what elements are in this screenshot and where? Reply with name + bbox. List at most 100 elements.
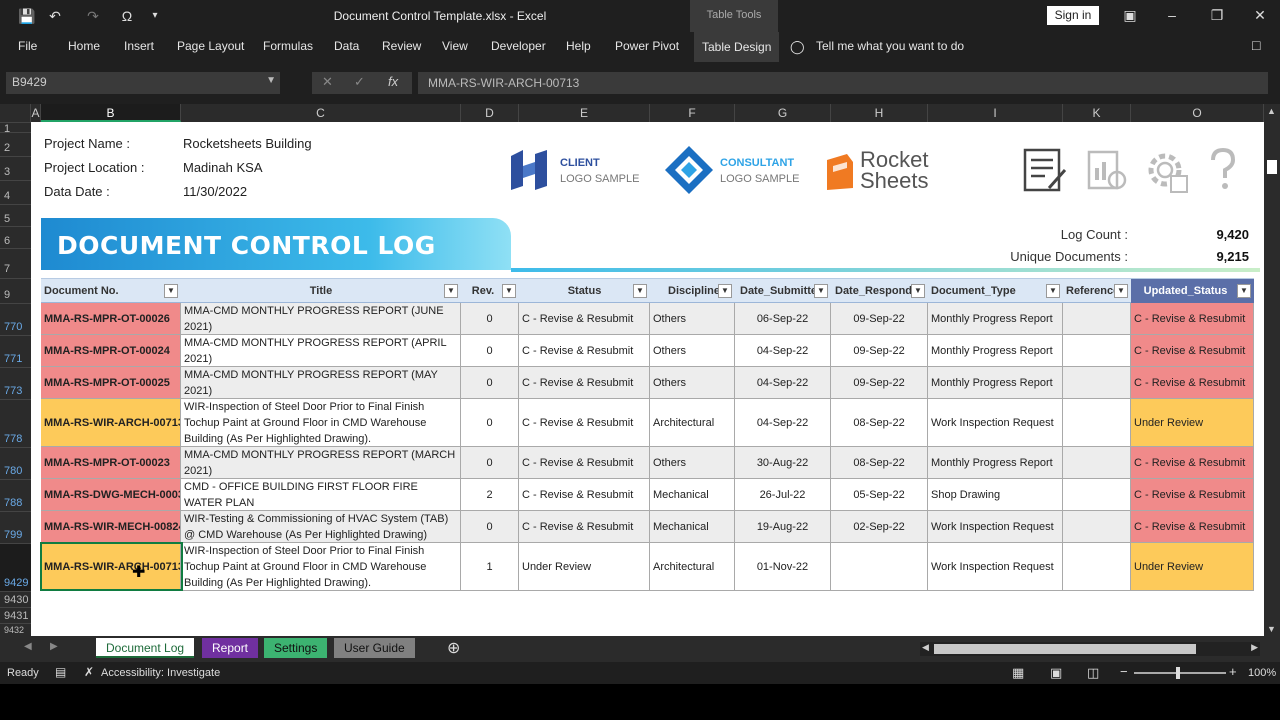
cell-title[interactable]: MMA-CMD MONTHLY PROGRESS REPORT (APRIL 2… bbox=[181, 335, 461, 366]
table-row[interactable]: MMA-RS-MPR-OT-00024 MMA-CMD MONTHLY PROGR… bbox=[41, 335, 1254, 367]
cell-document-type[interactable]: Work Inspection Request bbox=[928, 399, 1063, 446]
settings-gear-icon[interactable] bbox=[1143, 146, 1193, 196]
vertical-scrollbar[interactable]: ▲ ▼ bbox=[1264, 104, 1280, 636]
header-document-no[interactable]: Document No. ▼ bbox=[41, 279, 181, 303]
header-rev[interactable]: Rev. ▼ bbox=[461, 279, 519, 303]
cell-updated-status[interactable]: C - Revise & Resubmit bbox=[1131, 367, 1254, 398]
header-status[interactable]: Status ▼ bbox=[519, 279, 650, 303]
row-header[interactable]: 3 bbox=[0, 156, 31, 180]
cell-status[interactable]: C - Revise & Resubmit bbox=[519, 511, 650, 542]
filter-dropdown-icon[interactable]: ▼ bbox=[1046, 284, 1060, 298]
header-title[interactable]: Title ▼ bbox=[181, 279, 461, 303]
cell-discipline[interactable]: Architectural bbox=[650, 399, 735, 446]
cell-document-type[interactable]: Monthly Progress Report bbox=[928, 303, 1063, 334]
cell-document-no[interactable]: MMA-RS-MPR-OT-00026 bbox=[41, 303, 181, 334]
next-sheet-icon[interactable]: ▶ bbox=[50, 641, 58, 652]
cell-updated-status[interactable]: C - Revise & Resubmit bbox=[1131, 335, 1254, 366]
cell-status[interactable]: C - Revise & Resubmit bbox=[519, 335, 650, 366]
row-header[interactable]: 2 bbox=[0, 132, 31, 156]
filter-dropdown-icon[interactable]: ▼ bbox=[718, 284, 732, 298]
cell-document-no[interactable]: MMA-RS-WIR-MECH-00824 bbox=[41, 511, 181, 542]
cell-date-responded[interactable]: 05-Sep-22 bbox=[831, 479, 928, 510]
sheet-tab-report[interactable]: Report bbox=[202, 638, 259, 658]
cell-discipline[interactable]: Others bbox=[650, 447, 735, 478]
column-header-f[interactable]: F bbox=[650, 104, 735, 122]
row-header[interactable]: 6 bbox=[0, 226, 31, 248]
cell-status[interactable]: C - Revise & Resubmit bbox=[519, 479, 650, 510]
cell-title[interactable]: WIR-Inspection of Steel Door Prior to Fi… bbox=[181, 543, 461, 590]
zoom-in-icon[interactable]: + bbox=[1229, 664, 1237, 679]
cell-discipline[interactable]: Architectural bbox=[650, 543, 735, 590]
row-header[interactable]: 9430 bbox=[0, 591, 31, 607]
cell-document-type[interactable]: Work Inspection Request bbox=[928, 543, 1063, 590]
tab-page-layout[interactable]: Page Layout bbox=[177, 39, 244, 53]
column-header-o[interactable]: O bbox=[1131, 104, 1264, 122]
cell-reference[interactable] bbox=[1063, 511, 1131, 542]
zoom-level[interactable]: 100% bbox=[1248, 667, 1276, 679]
column-header-g[interactable]: G bbox=[735, 104, 831, 122]
page-layout-view-icon[interactable]: ▣ bbox=[1050, 665, 1062, 681]
header-date-responded[interactable]: Date_Responded ▼ bbox=[831, 279, 928, 303]
page-break-view-icon[interactable]: ◫ bbox=[1087, 665, 1099, 681]
prev-sheet-icon[interactable]: ◀ bbox=[24, 641, 32, 652]
cell-updated-status[interactable]: C - Revise & Resubmit bbox=[1131, 303, 1254, 334]
cell-reference[interactable] bbox=[1063, 335, 1131, 366]
table-row[interactable]: MMA-RS-WIR-ARCH-00713 WIR-Inspection of S… bbox=[41, 543, 1254, 591]
sign-in-button[interactable]: Sign in bbox=[1047, 6, 1099, 25]
tab-developer[interactable]: Developer bbox=[491, 39, 546, 53]
cell-document-type[interactable]: Monthly Progress Report bbox=[928, 447, 1063, 478]
table-row[interactable]: MMA-RS-WIR-ARCH-00713 WIR-Inspection of S… bbox=[41, 399, 1254, 447]
cell-date-responded[interactable]: 09-Sep-22 bbox=[831, 303, 928, 334]
cell-discipline[interactable]: Others bbox=[650, 367, 735, 398]
cell-updated-status[interactable]: Under Review bbox=[1131, 399, 1254, 446]
row-header[interactable]: 778 bbox=[0, 399, 31, 447]
filter-dropdown-icon[interactable]: ▼ bbox=[633, 284, 647, 298]
row-header[interactable]: 799 bbox=[0, 511, 31, 543]
scroll-left-icon[interactable]: ◀ bbox=[922, 642, 929, 653]
cell-rev[interactable]: 2 bbox=[461, 479, 519, 510]
tab-insert[interactable]: Insert bbox=[124, 39, 154, 53]
cell-date-submitted[interactable]: 26-Jul-22 bbox=[735, 479, 831, 510]
cell-status[interactable]: C - Revise & Resubmit bbox=[519, 399, 650, 446]
tab-view[interactable]: View bbox=[442, 39, 468, 53]
cell-updated-status[interactable]: C - Revise & Resubmit bbox=[1131, 447, 1254, 478]
comments-icon[interactable]: □ bbox=[1252, 37, 1260, 53]
cell-title[interactable]: MMA-CMD MONTHLY PROGRESS REPORT (MAY 202… bbox=[181, 367, 461, 398]
filter-dropdown-icon[interactable]: ▼ bbox=[444, 284, 458, 298]
cell-document-type[interactable]: Monthly Progress Report bbox=[928, 367, 1063, 398]
column-header-h[interactable]: H bbox=[831, 104, 928, 122]
header-discipline[interactable]: Discipline ▼ bbox=[650, 279, 735, 303]
filter-active-icon[interactable]: ▼ bbox=[1237, 284, 1251, 298]
tab-home[interactable]: Home bbox=[68, 39, 100, 53]
cell-document-no[interactable]: MMA-RS-MPR-OT-00024 bbox=[41, 335, 181, 366]
cell-date-responded[interactable] bbox=[831, 543, 928, 590]
name-box[interactable]: B9429 ▼ bbox=[6, 72, 280, 94]
tab-file[interactable]: File bbox=[18, 39, 37, 53]
omega-symbol-icon[interactable]: Ω bbox=[116, 6, 138, 26]
ribbon-display-icon[interactable]: ▣ bbox=[1115, 4, 1145, 26]
column-header-a[interactable]: A bbox=[31, 104, 41, 122]
horizontal-scroll-thumb[interactable] bbox=[934, 644, 1196, 654]
cell-discipline[interactable]: Mechanical bbox=[650, 511, 735, 542]
cell-reference[interactable] bbox=[1063, 479, 1131, 510]
cell-rev[interactable]: 1 bbox=[461, 543, 519, 590]
chevron-down-icon[interactable]: ▼ bbox=[266, 75, 276, 86]
sheet-tab-settings[interactable]: Settings bbox=[264, 638, 328, 658]
cell-title[interactable]: CMD - OFFICE BUILDING FIRST FLOOR FIRE W… bbox=[181, 479, 461, 510]
column-header-k[interactable]: K bbox=[1063, 104, 1131, 122]
cell-status[interactable]: C - Revise & Resubmit bbox=[519, 447, 650, 478]
cell-document-type[interactable]: Shop Drawing bbox=[928, 479, 1063, 510]
cell-document-no[interactable]: MMA-RS-WIR-ARCH-00713 bbox=[41, 399, 181, 446]
cell-status[interactable]: Under Review bbox=[519, 543, 650, 590]
column-header-i[interactable]: I bbox=[928, 104, 1063, 122]
cell-updated-status[interactable]: C - Revise & Resubmit bbox=[1131, 511, 1254, 542]
accessibility-status[interactable]: Accessibility: Investigate bbox=[101, 667, 220, 679]
row-header[interactable]: 9431 bbox=[0, 607, 31, 623]
cell-date-responded[interactable]: 08-Sep-22 bbox=[831, 399, 928, 446]
cell-reference[interactable] bbox=[1063, 399, 1131, 446]
cell-date-submitted[interactable]: 04-Sep-22 bbox=[735, 335, 831, 366]
redo-icon[interactable]: ↷ bbox=[82, 6, 104, 26]
header-reference[interactable]: Reference ▼ bbox=[1063, 279, 1131, 303]
table-row[interactable]: MMA-RS-MPR-OT-00023 MMA-CMD MONTHLY PROGR… bbox=[41, 447, 1254, 479]
column-header-e[interactable]: E bbox=[519, 104, 650, 122]
